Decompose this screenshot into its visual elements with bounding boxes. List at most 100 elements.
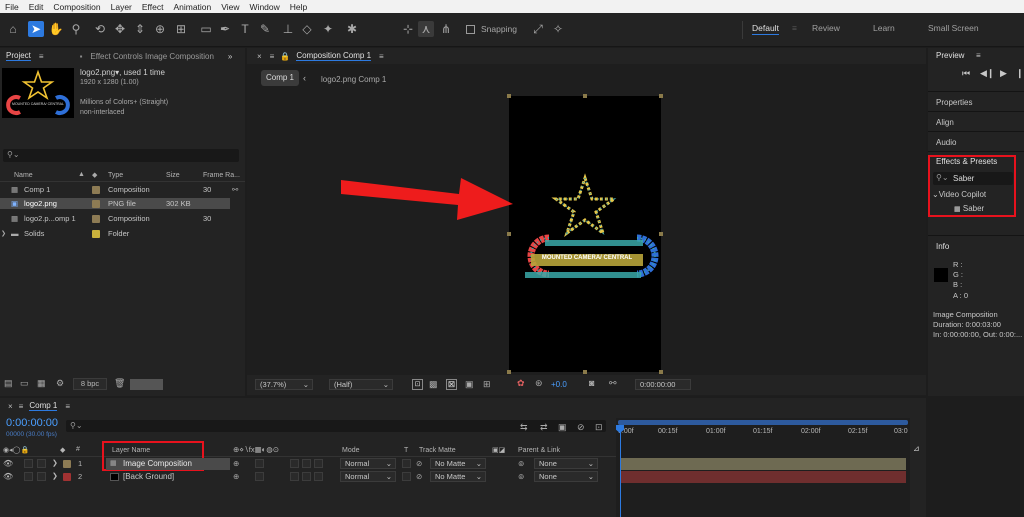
project-search-input[interactable]: ⚲⌄ [3,149,239,162]
timeline-tab[interactable]: Comp 1 [29,401,58,411]
pan-behind-icon[interactable]: ⊕ [152,21,168,37]
pick-whip-icon[interactable]: ⊚ [518,459,524,468]
align-panel-title[interactable]: Align [936,118,954,127]
rectangle-tool-icon[interactable]: ▭ [198,21,214,37]
roto-brush-icon[interactable]: ✦ [320,21,336,37]
interpret-footage-icon[interactable]: ▤ [4,378,13,389]
pick-whip-icon[interactable]: ⊚ [518,472,524,481]
label-color-swatch[interactable] [92,214,100,223]
project-row[interactable]: ▦ logo2.p...omp 1 Composition 30 [0,213,245,224]
col-parent[interactable]: Parent & Link [518,447,560,454]
draft-3d-icon[interactable]: ⇄ [540,422,548,433]
workspace-menu-icon[interactable]: ≡ [792,23,797,33]
project-row-selected[interactable]: ▣ logo2.png PNG file 302 KB [0,198,230,209]
comp-mini-flowchart-icon[interactable]: ⇆ [520,422,528,433]
resolution-dropdown[interactable]: (Half) ⌄ [329,379,393,390]
workspace-small-screen[interactable]: Small Screen [928,23,979,33]
puppet-pin-icon[interactable]: ✱ [344,21,360,37]
comp-end-marker-icon[interactable]: ⊿ [913,444,920,453]
solo-toggle[interactable] [24,472,33,481]
comp-tab-menu-icon[interactable]: ≡ [379,52,384,61]
pan-camera-icon[interactable]: ✥ [112,21,128,37]
trash-icon[interactable]: 🗑 [114,378,125,389]
viewer-timecode[interactable]: 0:00:00:00 [635,379,691,390]
timeline-layer-row[interactable]: 👁 ❯ 1 ▦ Image Composition ⊕ Normal ⌄ ⊘ No… [0,458,616,470]
frame-blending-icon[interactable]: ⊘ [577,422,585,433]
chevron-left-icon[interactable]: ‹ [303,73,306,83]
menu-edit[interactable]: Edit [24,2,49,12]
chevron-right-icon[interactable]: ❯ [52,459,58,467]
timeline-graph-area[interactable]: 0:00f 00:15f 01:00f 01:15f 02:00f 02:15f… [616,418,910,517]
previous-frame-icon[interactable]: ◀❙ [980,68,994,79]
menu-composition[interactable]: Composition [48,2,105,12]
flowchart-icon[interactable]: ⚯ [232,185,238,194]
panel-overflow-icon[interactable]: » [228,52,232,61]
snap-edge-icon[interactable]: ⤢ [530,21,546,37]
project-settings-icon[interactable]: ⚙ [56,378,64,389]
exposure-value[interactable]: +0.0 [551,380,567,389]
motion-blur-switch[interactable] [290,459,299,468]
clone-stamp-icon[interactable]: ⊥ [280,21,296,37]
timeline-timecode[interactable]: 0:00:00:00 [6,417,58,429]
chevron-right-icon[interactable]: ❯ [1,230,6,237]
graph-editor-icon[interactable]: ⊡ [595,422,603,433]
menu-layer[interactable]: Layer [106,2,137,12]
zoom-tool-icon[interactable]: ⚲ [68,21,84,37]
grid-guides-icon[interactable]: ⊞ [483,379,491,390]
transform-handle[interactable] [583,370,587,374]
pen-tool-icon[interactable]: ✒ [217,21,233,37]
tab-effect-controls[interactable]: Effect Controls Image Composition [90,52,213,61]
text-tool-icon[interactable]: T [237,21,253,37]
comp-tab-title[interactable]: Composition Comp 1 [296,51,372,61]
layer-label-swatch[interactable] [63,473,71,481]
menu-view[interactable]: View [216,2,244,12]
timeline-layer-row[interactable]: 👁 ❯ 2 [Back Ground] ⊕ Normal ⌄ ⊘ No Matte… [0,471,616,483]
track-matte-dropdown[interactable]: No Matte ⌄ [430,458,486,469]
col-size[interactable]: Size [166,172,180,179]
label-tag-icon[interactable]: ◆ [92,171,97,179]
properties-panel-title[interactable]: Properties [936,98,972,107]
layer-track-bar[interactable] [620,458,906,470]
color-channels-icon[interactable]: ✿ [517,378,525,389]
breadcrumb-logo2-comp[interactable]: logo2.png Comp 1 [321,75,386,84]
collapse-switch-icon[interactable]: ⊕ [233,459,239,468]
fast-preview-icon[interactable]: ⊡ [412,379,423,390]
label-color-swatch[interactable] [92,185,100,194]
adjustment-switch[interactable] [302,472,311,481]
work-area-bar[interactable] [618,420,908,425]
selection-tool-icon[interactable]: ➤ [28,21,44,37]
matte-link-icon[interactable]: ⊘ [416,472,422,481]
snapping-checkbox[interactable] [466,25,475,34]
workspace-default[interactable]: Default [752,23,779,35]
eraser-tool-icon[interactable]: ◇ [299,21,315,37]
parent-dropdown[interactable]: None ⌄ [534,471,598,482]
layer-label-swatch[interactable] [63,460,71,468]
snap-feature-icon[interactable]: ✧ [550,21,566,37]
col-type[interactable]: Type [108,172,123,179]
brush-tool-icon[interactable]: ✎ [257,21,273,37]
transform-handle[interactable] [659,232,663,236]
chevron-right-icon[interactable]: ❯ [52,472,58,480]
menu-effect[interactable]: Effect [137,2,169,12]
blend-mode-dropdown[interactable]: Normal ⌄ [340,471,396,482]
bpc-button[interactable]: 8 bpc [73,378,107,390]
local-axis-icon[interactable]: ⊹ [400,21,416,37]
motion-blur-switch[interactable] [290,472,299,481]
close-tab-icon[interactable]: × [257,52,262,61]
parent-dropdown[interactable]: None ⌄ [534,458,598,469]
workspace-learn[interactable]: Learn [873,23,895,33]
menu-window[interactable]: Window [245,2,285,12]
audio-panel-title[interactable]: Audio [936,138,956,147]
col-mode[interactable]: Mode [342,447,360,454]
matte-link-icon[interactable]: ⊘ [416,459,422,468]
next-frame-icon[interactable]: ❙ [1016,68,1024,79]
view-axis-icon[interactable]: ⋔ [438,21,454,37]
track-matte-dropdown[interactable]: No Matte ⌄ [430,471,486,482]
project-row[interactable]: ❯ ▬ Solids Folder [0,228,245,239]
label-color-swatch[interactable] [92,199,100,208]
new-composition-icon[interactable]: ▦ [37,378,46,389]
solo-toggle[interactable] [24,459,33,468]
playhead[interactable] [620,426,621,517]
col-track-matte[interactable]: Track Matte [419,447,456,454]
home-icon[interactable]: ⌂ [5,21,21,37]
